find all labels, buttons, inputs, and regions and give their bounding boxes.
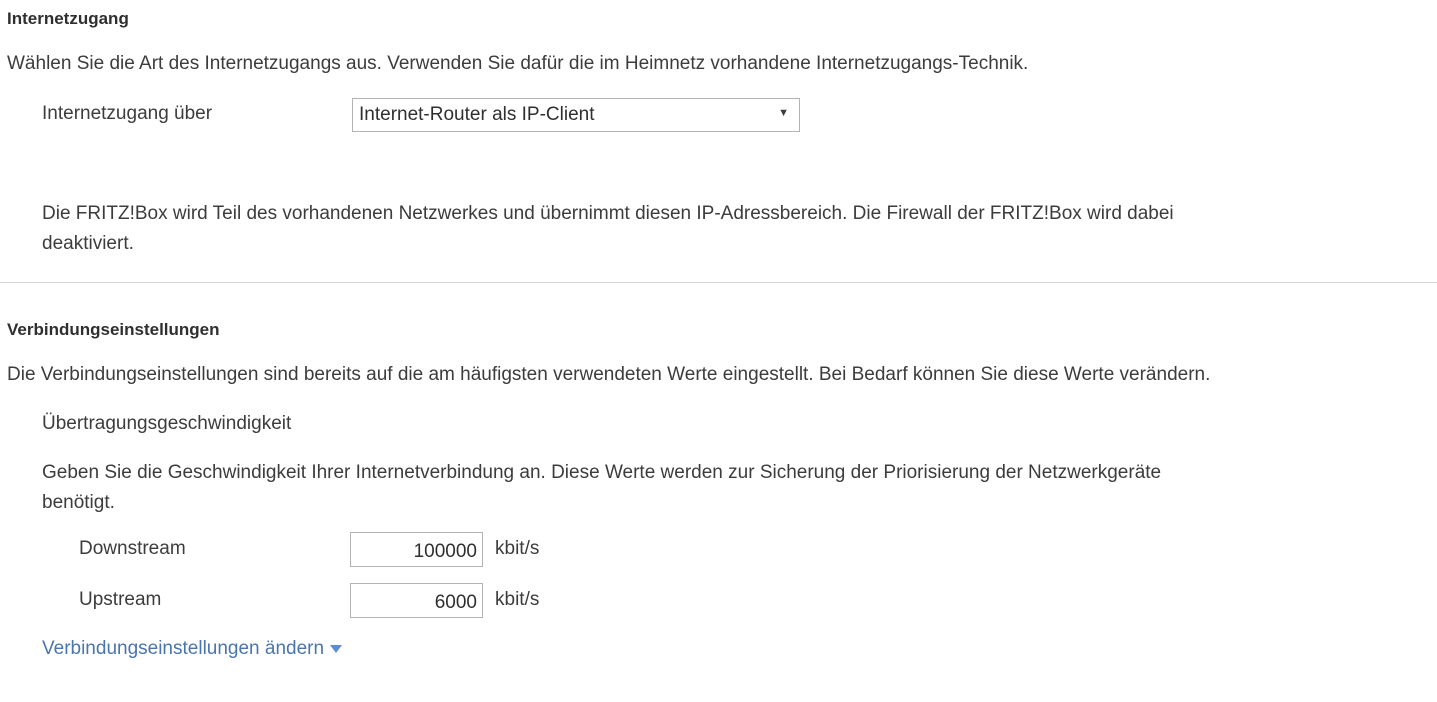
downstream-unit: kbit/s	[495, 538, 540, 559]
downstream-input[interactable]	[350, 532, 483, 567]
access-info-line-2: deaktiviert.	[42, 233, 134, 254]
change-connection-settings-link[interactable]: Verbindungseinstellungen ändern	[42, 638, 343, 660]
upstream-unit: kbit/s	[495, 589, 540, 610]
dropdown-arrow-icon: ▼	[778, 107, 789, 119]
internet-section-description: Wählen Sie die Art des Internetzugangs a…	[7, 53, 1029, 74]
speed-title: Übertragungsgeschwindigkeit	[42, 413, 292, 434]
downstream-label: Downstream	[79, 538, 186, 559]
access-type-selected-value: Internet-Router als IP-Client	[359, 104, 595, 125]
expand-arrow-icon	[330, 645, 343, 653]
connection-section-heading: Verbindungseinstellungen	[7, 320, 220, 339]
access-type-select[interactable]: Internet-Router als IP-Client ▼	[352, 98, 800, 132]
section-divider	[0, 282, 1437, 283]
speed-description-line-2: benötigt.	[42, 492, 115, 513]
internet-section-heading: Internetzugang	[7, 9, 129, 28]
upstream-input[interactable]	[350, 583, 483, 618]
access-type-label: Internetzugang über	[42, 103, 213, 124]
speed-description-line-1: Geben Sie die Geschwindigkeit Ihrer Inte…	[42, 462, 1162, 483]
upstream-label: Upstream	[79, 589, 162, 610]
change-connection-settings-label: Verbindungseinstellungen ändern	[42, 638, 325, 659]
access-info-line-1: Die FRITZ!Box wird Teil des vorhandenen …	[42, 203, 1174, 224]
connection-section-description: Die Verbindungseinstellungen sind bereit…	[7, 364, 1211, 385]
